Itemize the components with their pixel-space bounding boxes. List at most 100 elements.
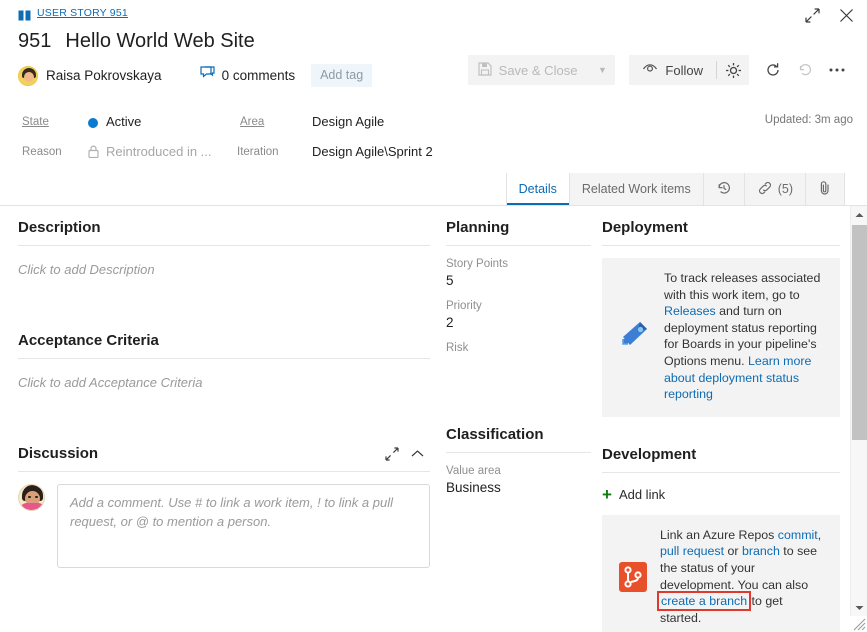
updated-timestamp: Updated: 3m ago [764, 114, 853, 126]
user-story-icon [18, 8, 31, 20]
tab-history[interactable] [703, 173, 745, 205]
development-empty-text: Link an Azure Repos commit, pull request… [656, 527, 826, 627]
priority-label: Priority [446, 300, 482, 312]
window-controls [801, 4, 857, 26]
tab-links-count: (5) [777, 182, 793, 196]
priority-value[interactable]: 2 [446, 315, 591, 330]
tab-details-label: Details [518, 182, 557, 196]
deployment-text-1: To track releases associated with this w… [664, 271, 821, 302]
work-item-body: Description Click to add Description Acc… [0, 206, 867, 632]
planning-title: Planning [446, 219, 510, 236]
pull-request-link[interactable]: pull request [660, 544, 724, 558]
work-item-title[interactable]: Hello World Web Site [65, 30, 254, 53]
add-link-label: Add link [618, 486, 666, 502]
plus-icon: + [602, 484, 612, 504]
development-title: Development [602, 445, 697, 463]
iteration-value[interactable]: Design Agile\Sprint 2 [312, 144, 433, 159]
create-a-branch-link[interactable]: create a branch [656, 591, 752, 612]
work-item-dialog: USER STORY 951 951 Hello World Web Site … [0, 0, 867, 632]
follow-label: Follow [665, 62, 703, 78]
attachment-icon [818, 180, 832, 199]
iteration-label: Iteration [237, 146, 279, 158]
avatar [18, 484, 45, 511]
area-label: Area [240, 116, 265, 128]
work-item-header: USER STORY 951 951 Hello World Web Site … [0, 0, 867, 100]
planning-divider [446, 245, 591, 246]
expand-icon[interactable] [801, 4, 823, 26]
tab-details[interactable]: Details [505, 173, 570, 205]
gear-icon[interactable] [717, 55, 749, 85]
tab-related-work-items[interactable]: Related Work items [569, 173, 704, 205]
save-icon [478, 61, 492, 79]
tab-links[interactable]: (5) [744, 173, 806, 205]
history-icon [716, 180, 732, 199]
work-item-tabs: Details Related Work items (5) [0, 173, 867, 206]
work-item-toolbar: Save & Close ▼ Follow [467, 55, 853, 85]
undo-icon [789, 55, 821, 85]
reason-label: Reason [22, 146, 62, 158]
state-label: State [22, 116, 49, 128]
refresh-icon[interactable] [757, 55, 789, 85]
description-input[interactable]: Click to add Description [18, 246, 430, 277]
development-text-2: , [817, 527, 822, 542]
development-empty-card: Link an Azure Repos commit, pull request… [602, 514, 840, 632]
save-and-close-button[interactable]: Save & Close [468, 55, 590, 85]
comment-input[interactable]: Add a comment. Use # to link a work item… [57, 484, 430, 568]
avatar[interactable] [18, 65, 38, 86]
deployment-divider [602, 245, 840, 246]
development-divider [602, 471, 840, 473]
comments-count: 0 comments [221, 68, 296, 83]
column-right: Deployment To track releases associated … [602, 206, 840, 632]
follow-button[interactable]: Follow [629, 55, 716, 85]
deployment-title: Deployment [602, 219, 688, 236]
add-link-button[interactable]: + Add link [602, 486, 840, 503]
save-close-group: Save & Close ▼ [467, 55, 616, 85]
breadcrumb[interactable]: USER STORY 951 [18, 4, 867, 22]
comments-link[interactable]: 0 comments [199, 66, 296, 85]
pipelines-icon [616, 317, 654, 355]
state-value[interactable]: Active [88, 114, 141, 129]
state-color-dot [88, 117, 98, 128]
discussion-compose-row: Add a comment. Use # to link a work item… [18, 472, 430, 568]
acceptance-criteria-input[interactable]: Click to add Acceptance Criteria [18, 359, 430, 390]
title-row: 951 Hello World Web Site [18, 30, 867, 53]
story-points-value[interactable]: 5 [446, 273, 591, 288]
risk-label: Risk [446, 342, 469, 354]
resize-grip-icon[interactable] [851, 616, 866, 631]
scroll-down-icon[interactable] [851, 599, 867, 616]
discussion-title: Discussion [18, 445, 99, 462]
scroll-up-icon[interactable] [851, 206, 867, 223]
releases-link[interactable]: Releases [664, 304, 716, 318]
scroll-thumb[interactable] [852, 225, 867, 440]
acceptance-criteria-title: Acceptance Criteria [18, 332, 159, 349]
tab-attachments[interactable] [806, 173, 845, 205]
work-item-id: 951 [18, 30, 52, 52]
breadcrumb-link[interactable]: USER STORY 951 [37, 7, 128, 19]
discussion-header: Discussion [18, 432, 430, 462]
area-value[interactable]: Design Agile [312, 114, 384, 129]
deployment-empty-card: To track releases associated with this w… [602, 258, 840, 417]
save-options-chevron-down-icon[interactable]: ▼ [589, 55, 615, 85]
work-item-fields: State Active Reason Reintroduced in ... … [0, 100, 867, 168]
assignee-name[interactable]: Raisa Pokrovskaya [46, 68, 162, 83]
discussion-collapse-chevron-up-icon[interactable] [411, 449, 424, 458]
development-text-1: Link an Azure Repos [660, 527, 778, 542]
branch-link[interactable]: branch [742, 544, 780, 558]
classification-divider [446, 452, 591, 453]
description-title: Description [18, 219, 101, 236]
vertical-scrollbar[interactable] [850, 206, 867, 616]
save-and-close-label: Save & Close [498, 62, 578, 78]
column-middle: Planning Story Points 5 Priority 2 Risk … [446, 206, 591, 632]
add-tag-button[interactable]: Add tag [311, 64, 373, 87]
close-icon[interactable] [835, 4, 857, 26]
development-text-3: or [724, 544, 742, 559]
commit-link[interactable]: commit [778, 528, 818, 542]
ellipsis-icon[interactable] [821, 55, 853, 85]
discussion-expand-icon[interactable] [385, 446, 399, 461]
risk-value[interactable] [446, 357, 591, 373]
repos-icon [616, 558, 650, 596]
value-area-label: Value area [446, 465, 501, 477]
story-points-label: Story Points [446, 258, 508, 270]
lock-icon [88, 145, 99, 161]
value-area-value[interactable]: Business [446, 480, 591, 495]
